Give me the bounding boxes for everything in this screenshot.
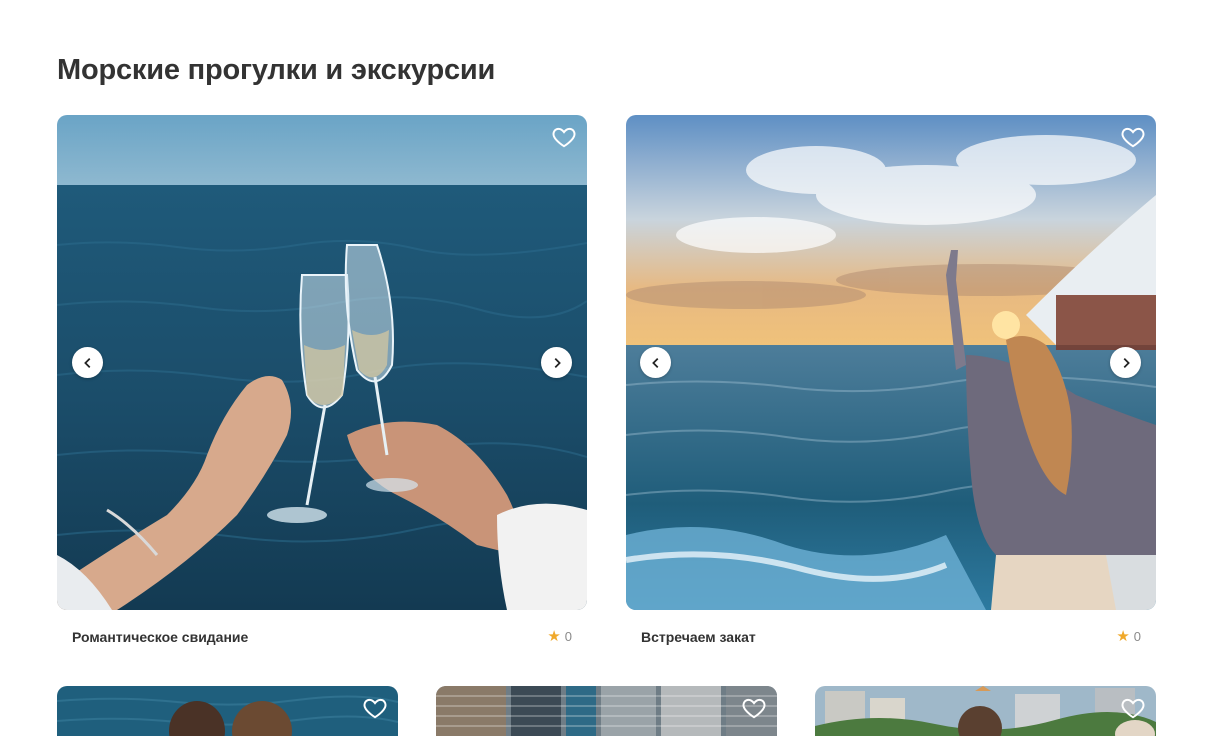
favorite-button[interactable] xyxy=(550,123,578,151)
card-rating: ★ 0 xyxy=(547,629,572,644)
chevron-right-icon xyxy=(1123,357,1130,368)
tour-card-row2-1[interactable] xyxy=(57,686,398,736)
star-icon: ★ xyxy=(547,628,561,645)
tour-card-romantic-date[interactable]: Романтическое свидание ★ 0 xyxy=(57,115,587,645)
card-photo[interactable] xyxy=(57,115,587,610)
card-meta: Встречаем закат ★ 0 xyxy=(626,629,1156,651)
favorite-button[interactable] xyxy=(740,694,768,722)
chevron-left-icon xyxy=(651,357,658,368)
rating-value: 0 xyxy=(564,629,572,644)
chevron-left-icon xyxy=(83,357,90,368)
favorite-button[interactable] xyxy=(1119,123,1147,151)
next-slide-button[interactable] xyxy=(1110,347,1141,378)
tour-card-sunset[interactable]: Встречаем закат ★ 0 xyxy=(626,115,1156,645)
card-photo[interactable] xyxy=(436,686,777,736)
prev-slide-button[interactable] xyxy=(640,347,671,378)
card-rating: ★ 0 xyxy=(1116,629,1141,644)
card-photo[interactable] xyxy=(57,686,398,736)
card-title[interactable]: Романтическое свидание xyxy=(72,629,248,645)
heart-outline-icon xyxy=(742,698,766,719)
heart-outline-icon xyxy=(552,127,576,148)
favorite-button[interactable] xyxy=(1119,694,1147,722)
section-title: Морские прогулки и экскурсии xyxy=(57,54,496,86)
tour-card-row2-2[interactable] xyxy=(436,686,777,736)
next-slide-button[interactable] xyxy=(541,347,572,378)
card-title[interactable]: Встречаем закат xyxy=(641,629,756,645)
heart-outline-icon xyxy=(1121,698,1145,719)
favorite-button[interactable] xyxy=(361,694,389,722)
tour-card-row2-3[interactable] xyxy=(815,686,1156,736)
chevron-right-icon xyxy=(554,357,561,368)
heart-outline-icon xyxy=(363,698,387,719)
rating-value: 0 xyxy=(1133,629,1141,644)
heart-outline-icon xyxy=(1121,127,1145,148)
card-photo[interactable] xyxy=(815,686,1156,736)
prev-slide-button[interactable] xyxy=(72,347,103,378)
card-meta: Романтическое свидание ★ 0 xyxy=(57,629,587,651)
card-photo[interactable] xyxy=(626,115,1156,610)
star-icon: ★ xyxy=(1116,628,1130,645)
